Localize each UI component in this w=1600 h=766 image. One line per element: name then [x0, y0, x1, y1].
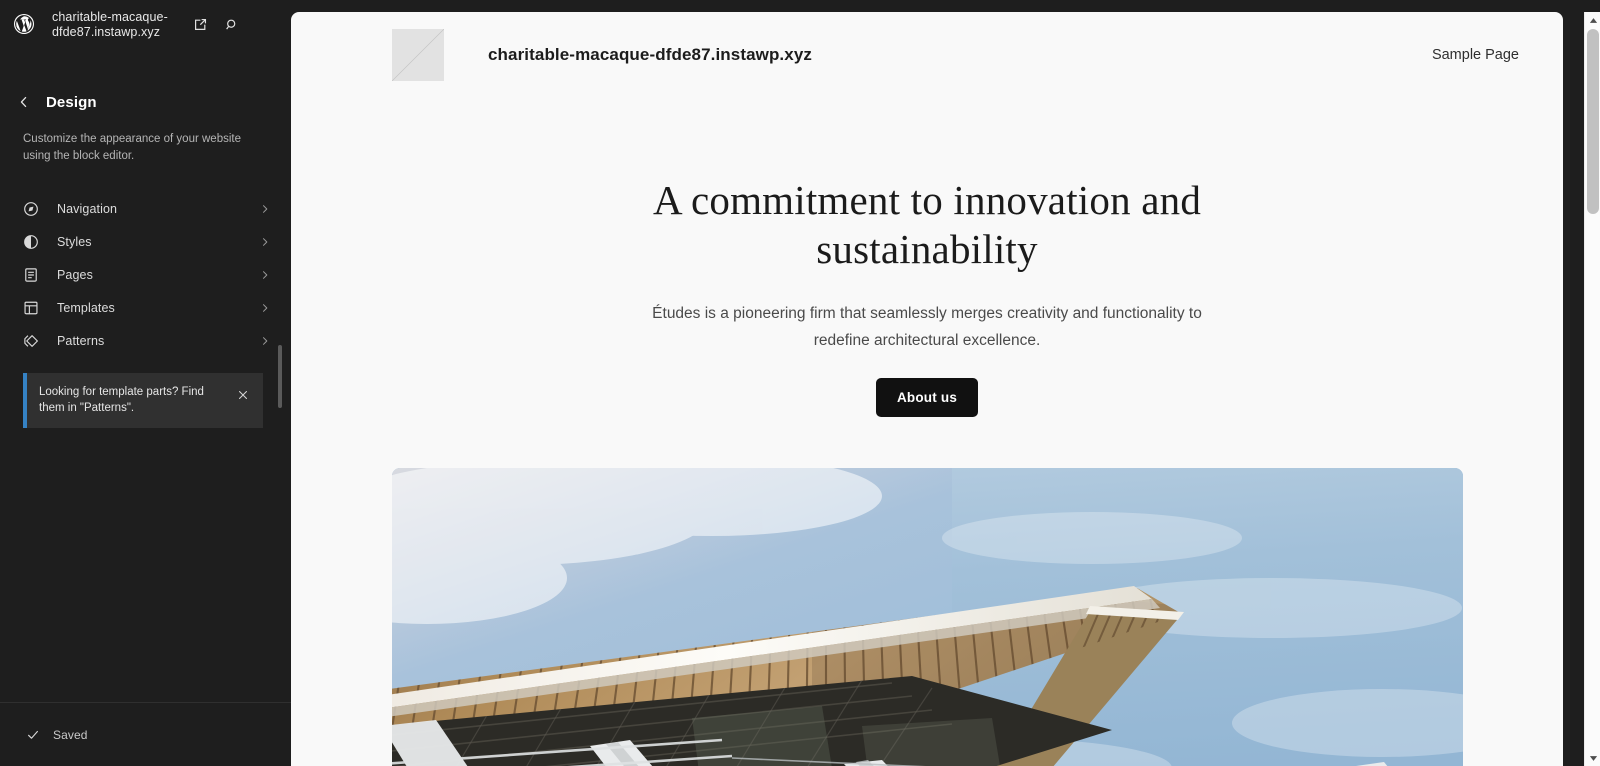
- sidebar-menu: Navigation Styles Pages Templates Patter…: [0, 192, 291, 357]
- sidebar-item-label: Styles: [57, 234, 92, 249]
- sidebar-title-row: Design: [0, 90, 291, 114]
- wordpress-logo-icon[interactable]: [12, 12, 36, 36]
- scroll-up-arrow-icon[interactable]: [1585, 12, 1600, 28]
- sidebar-item-label: Templates: [57, 300, 115, 315]
- sidebar-scrollbar-thumb[interactable]: [278, 345, 282, 408]
- sidebar-item-label: Navigation: [57, 201, 118, 216]
- template-parts-notice-wrapper: Looking for template parts? Find them in…: [0, 357, 291, 428]
- patterns-stack-icon: [22, 332, 40, 350]
- pages-document-icon: [22, 266, 40, 284]
- site-editor-app: charitable-macaque-dfde87.instawp.xyz De…: [0, 0, 1600, 766]
- sidebar-header-actions: [187, 12, 245, 38]
- chevron-right-icon: [259, 269, 271, 281]
- sidebar-item-label: Patterns: [57, 333, 105, 348]
- back-chevron-icon[interactable]: [14, 92, 34, 112]
- chevron-right-icon: [259, 203, 271, 215]
- hero-architecture-image: [392, 468, 1463, 766]
- preview-site-title: charitable-macaque-dfde87.instawp.xyz: [488, 45, 812, 64]
- preview-site-header: charitable-macaque-dfde87.instawp.xyz Sa…: [291, 12, 1563, 98]
- sidebar-item-pages[interactable]: Pages: [12, 258, 279, 291]
- sidebar-item-templates[interactable]: Templates: [12, 291, 279, 324]
- sidebar-item-navigation[interactable]: Navigation: [12, 192, 279, 225]
- sidebar-footer-save-status[interactable]: Saved: [0, 702, 291, 766]
- notice-text: Looking for template parts? Find them in…: [39, 386, 204, 414]
- chevron-right-icon: [259, 302, 271, 314]
- chevron-right-icon: [259, 335, 271, 347]
- search-icon[interactable]: [219, 12, 245, 38]
- save-status-label: Saved: [53, 727, 88, 742]
- close-icon[interactable]: [231, 383, 255, 407]
- hero-heading: A commitment to innovation and sustainab…: [652, 177, 1202, 272]
- canvas-scrollbar-thumb[interactable]: [1587, 29, 1599, 214]
- styles-contrast-icon: [22, 233, 40, 251]
- site-logo-placeholder-icon[interactable]: [392, 29, 444, 81]
- template-parts-notice: Looking for template parts? Find them in…: [23, 373, 263, 428]
- navigation-compass-icon: [22, 200, 40, 218]
- hero-paragraph: Études is a pioneering firm that seamles…: [652, 305, 1202, 349]
- sidebar-item-label: Pages: [57, 267, 93, 282]
- editor-canvas-area: charitable-macaque-dfde87.instawp.xyz Sa…: [291, 0, 1600, 766]
- templates-layout-icon: [22, 299, 40, 317]
- scroll-down-arrow-icon[interactable]: [1585, 750, 1600, 766]
- preview-site-navigation: Sample Page: [1432, 47, 1519, 63]
- check-icon: [24, 726, 42, 744]
- sidebar-description: Customize the appearance of your website…: [23, 133, 241, 162]
- editor-sidebar: charitable-macaque-dfde87.instawp.xyz De…: [0, 0, 291, 766]
- about-us-button[interactable]: About us: [875, 378, 979, 417]
- page-title: Design: [46, 93, 97, 111]
- hero-section: A commitment to innovation and sustainab…: [291, 98, 1563, 417]
- nav-link-sample-page[interactable]: Sample Page: [1432, 47, 1519, 63]
- canvas-scrollbar[interactable]: [1584, 12, 1600, 766]
- sidebar-item-patterns[interactable]: Patterns: [12, 324, 279, 357]
- sidebar-item-styles[interactable]: Styles: [12, 225, 279, 258]
- sidebar-site-name: charitable-macaque-dfde87.instawp.xyz: [52, 10, 168, 39]
- chevron-right-icon: [259, 236, 271, 248]
- sidebar-header: charitable-macaque-dfde87.instawp.xyz: [0, 0, 291, 52]
- external-link-icon[interactable]: [187, 12, 213, 38]
- site-preview-canvas[interactable]: charitable-macaque-dfde87.instawp.xyz Sa…: [291, 12, 1563, 766]
